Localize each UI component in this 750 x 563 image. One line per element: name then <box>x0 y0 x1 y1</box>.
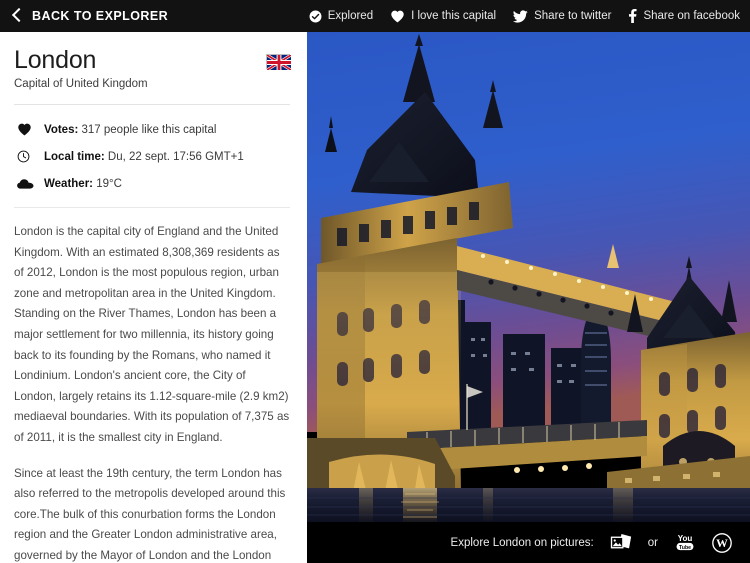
city-info-panel: London Capital of United Kingdom Votes: … <box>0 32 304 563</box>
clock-icon <box>14 150 44 163</box>
share-to-twitter-button[interactable]: Share to twitter <box>513 9 612 23</box>
top-bar: BACK TO EXPLORER Explored I love this ca… <box>0 0 750 32</box>
description-paragraph-2: Since at least the 19th century, the ter… <box>14 466 286 562</box>
top-bar-actions: Explored I love this capital Share to tw… <box>309 9 740 23</box>
description-paragraph-1: London is the capital city of England an… <box>14 225 290 444</box>
weather-text: Weather: 19°C <box>44 178 122 190</box>
cloud-icon <box>14 178 44 190</box>
or-separator-label: or <box>647 536 658 549</box>
facebook-f-icon <box>628 9 637 23</box>
page-title: London <box>14 46 97 74</box>
photo-footer-bar: Explore London on pictures: or You Tube <box>307 522 750 563</box>
votes-label: Votes: <box>44 123 79 136</box>
weather-row: Weather: 19°C <box>14 170 290 197</box>
photos-icon[interactable] <box>610 533 632 552</box>
check-circle-icon <box>309 10 322 23</box>
love-this-capital-label: I love this capital <box>411 10 497 22</box>
wikipedia-icon[interactable]: W <box>712 532 732 553</box>
city-subtitle: Capital of United Kingdom <box>14 78 148 90</box>
heart-icon <box>14 123 44 136</box>
twitter-bird-icon <box>513 9 528 23</box>
back-to-explorer-button[interactable]: BACK TO EXPLORER <box>12 8 168 25</box>
city-description: London is the capital city of England an… <box>14 208 290 563</box>
united-kingdom-flag-icon <box>266 53 292 72</box>
city-header: London Capital of United Kingdom <box>14 32 292 90</box>
local-time-text: Local time: Du, 22 sept. 17:56 GMT+1 <box>44 151 244 163</box>
capital-detail-screen: BACK TO EXPLORER Explored I love this ca… <box>0 0 750 563</box>
votes-row: Votes: 317 people like this capital <box>14 116 290 143</box>
heart-icon <box>390 10 405 23</box>
tower-bridge-photo <box>307 32 750 522</box>
back-button-label: BACK TO EXPLORER <box>32 9 169 23</box>
love-this-capital-button[interactable]: I love this capital <box>390 10 496 23</box>
local-time-value: Du, 22 sept. 17:56 GMT+1 <box>107 150 244 163</box>
youtube-icon[interactable]: You Tube <box>674 533 696 552</box>
weather-value: 19°C <box>96 177 122 190</box>
weather-label: Weather: <box>44 177 93 190</box>
share-on-facebook-button[interactable]: Share on facebook <box>628 9 740 23</box>
local-time-row: Local time: Du, 22 sept. 17:56 GMT+1 <box>14 143 290 170</box>
explored-label: Explored <box>327 10 374 22</box>
chevron-left-icon <box>12 8 23 25</box>
explore-pictures-label: Explore London on pictures: <box>450 536 594 549</box>
svg-text:You: You <box>678 534 693 543</box>
svg-text:W: W <box>716 537 728 550</box>
votes-text: Votes: 317 people like this capital <box>44 124 216 136</box>
explored-button[interactable]: Explored <box>309 10 373 23</box>
svg-text:Tube: Tube <box>679 545 691 551</box>
city-title-block: London Capital of United Kingdom <box>14 46 266 90</box>
share-to-twitter-label: Share to twitter <box>534 10 612 22</box>
local-time-label: Local time: <box>44 150 105 163</box>
share-on-facebook-label: Share on facebook <box>643 10 740 22</box>
city-photo-panel: Explore London on pictures: or You Tube <box>307 32 750 563</box>
city-stats-list: Votes: 317 people like this capital Loca… <box>14 105 290 197</box>
votes-value: 317 people like this capital <box>81 123 217 136</box>
